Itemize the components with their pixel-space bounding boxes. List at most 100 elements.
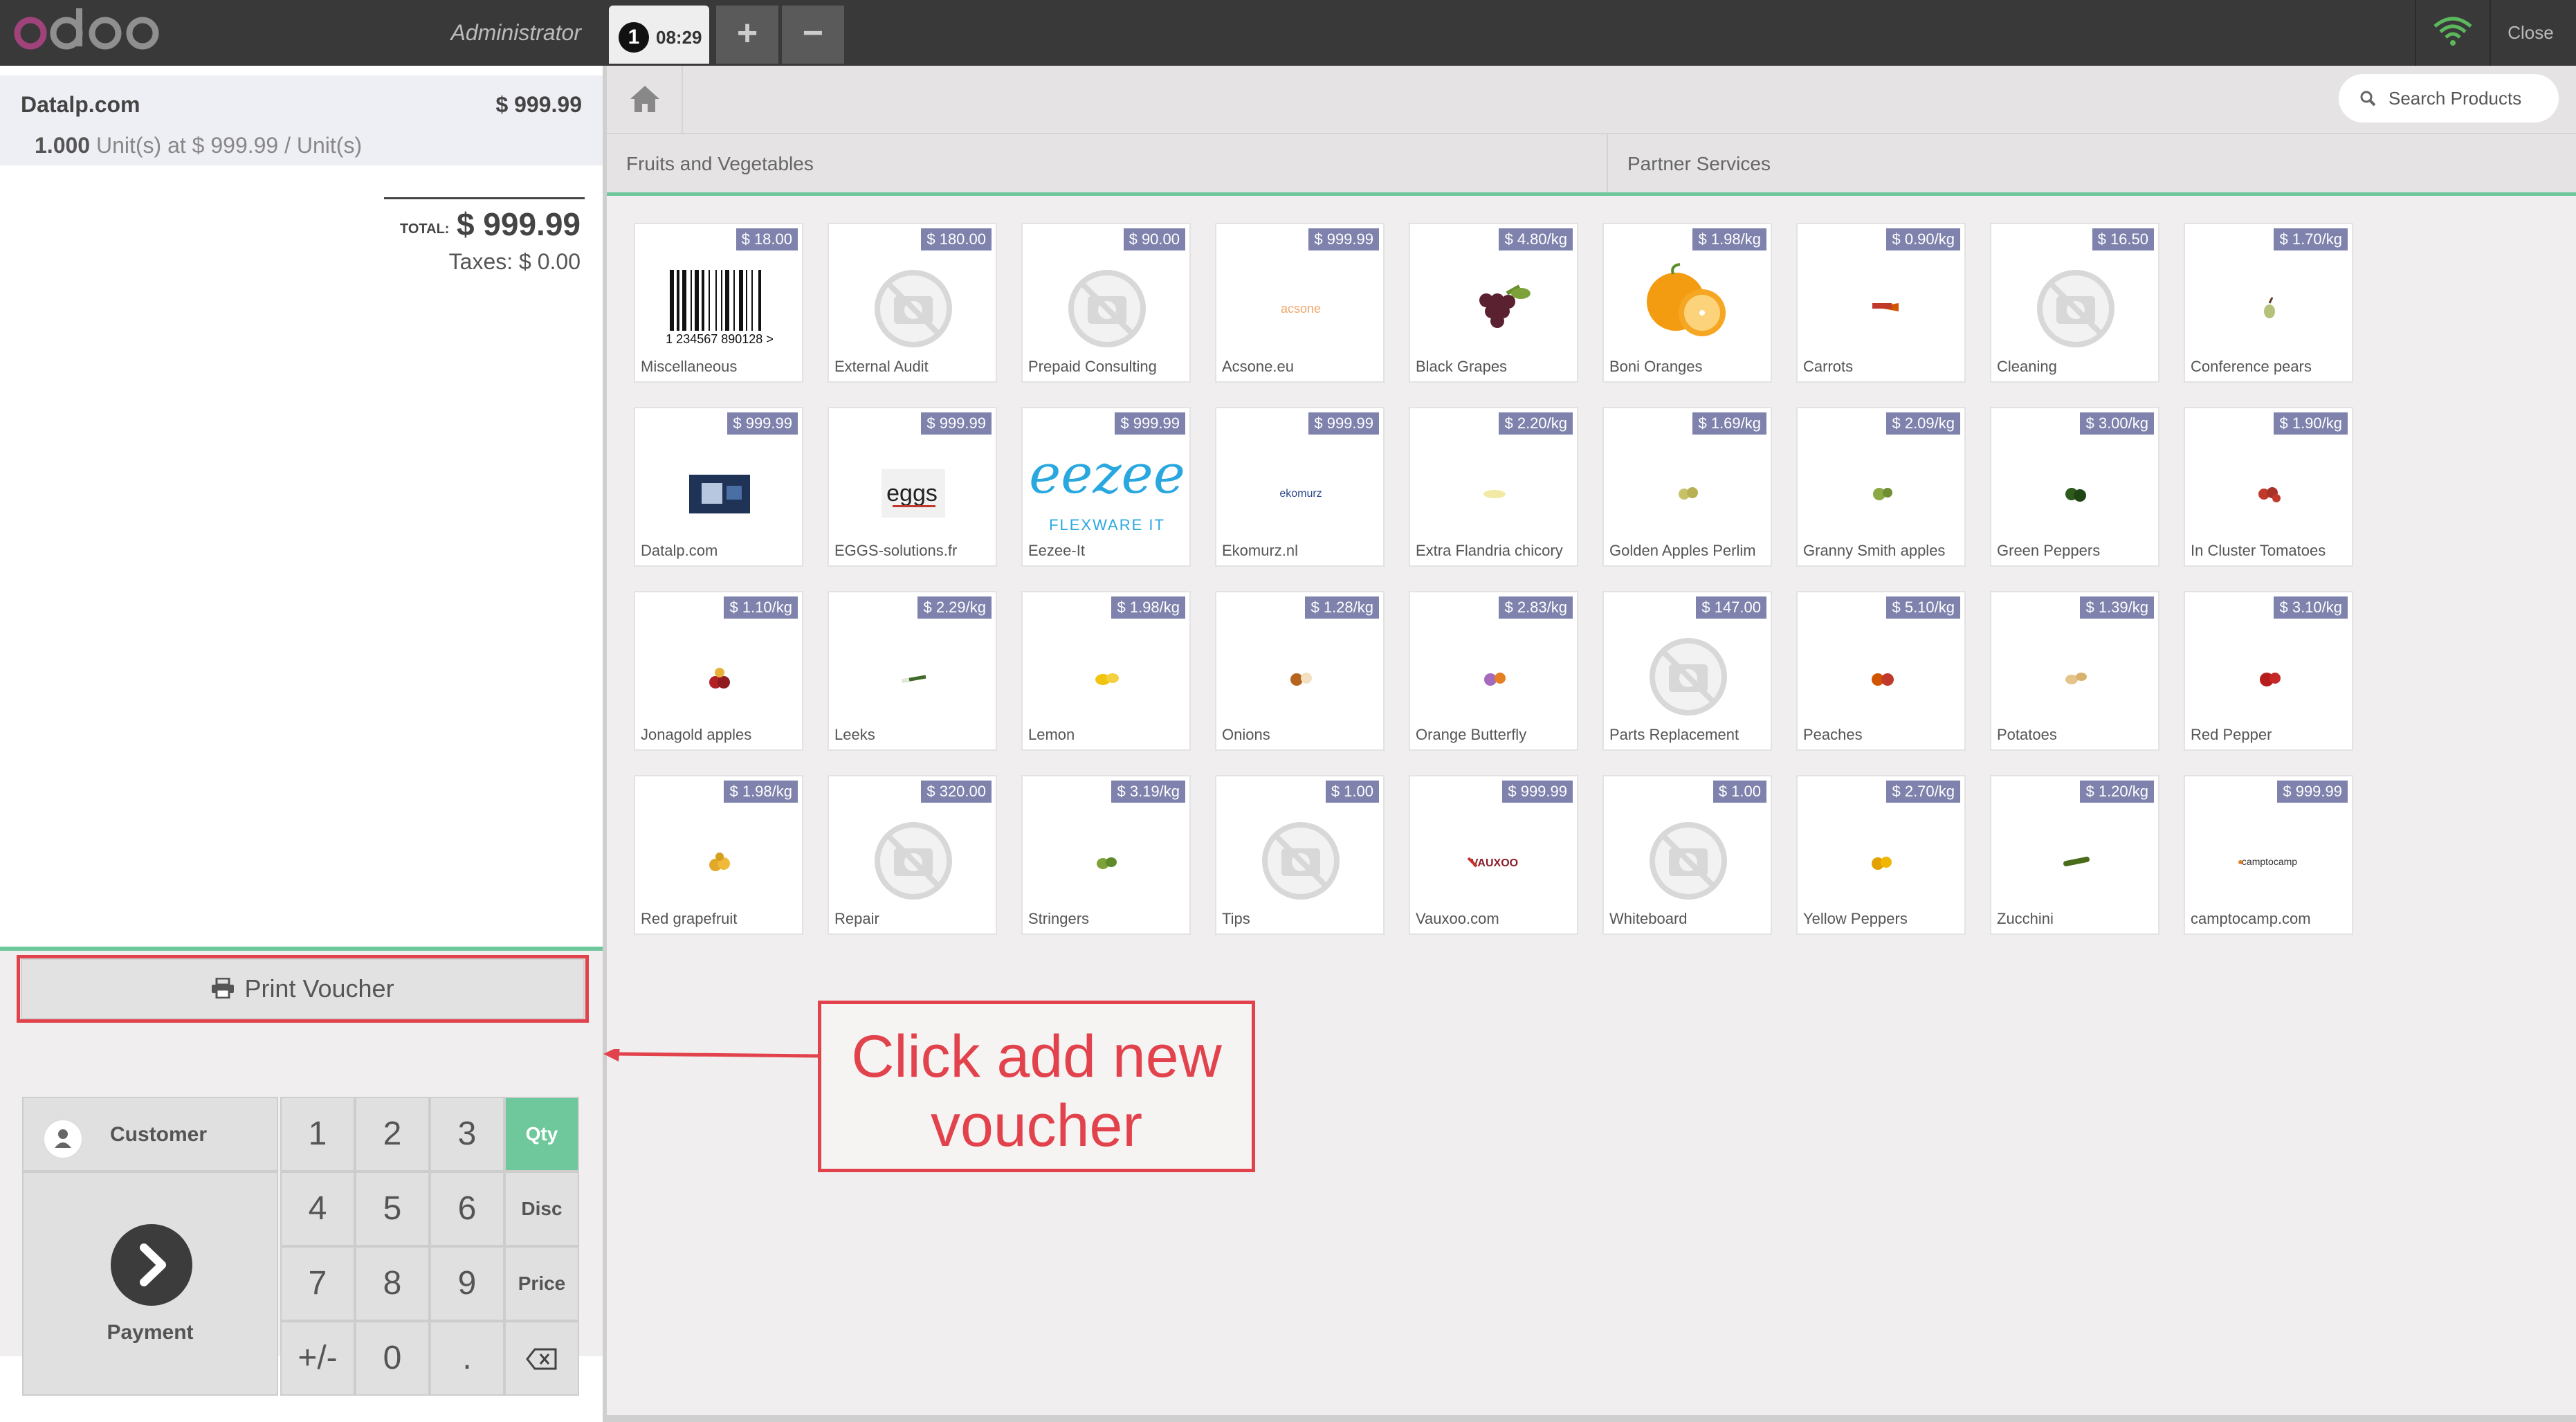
product-name: Whiteboard	[1609, 910, 1688, 927]
numpad-key-9[interactable]: 9	[430, 1246, 504, 1321]
product-image: eezee FLEXWARE IT	[1023, 429, 1189, 534]
product-image	[1991, 613, 2158, 717]
product-tile[interactable]: $ 1.98/kg Boni Oranges	[1602, 223, 1772, 383]
product-tile[interactable]: acsone $ 999.99 Acsone.eu	[1215, 223, 1385, 383]
product-tile[interactable]: $ 2.20/kg Extra Flandria chicory	[1409, 407, 1578, 567]
product-tile[interactable]: $ 2.70/kg Yellow Peppers	[1796, 775, 1966, 935]
total-label: TOTAL:	[400, 221, 450, 237]
close-button[interactable]: Close	[2494, 15, 2567, 50]
product-tile[interactable]: $ 3.19/kg Stringers	[1021, 775, 1191, 935]
remove-order-button[interactable]: −	[782, 6, 844, 64]
bottom-edge	[607, 1415, 2576, 1422]
product-tile[interactable]: $ 3.00/kg Green Peppers	[1990, 407, 2159, 567]
product-tile[interactable]: $ 1.28/kg Onions	[1215, 591, 1385, 751]
product-price-tag: $ 1.00	[1712, 781, 1766, 803]
user-icon	[43, 1119, 83, 1159]
product-name: Golden Apples Perlim	[1609, 542, 1756, 559]
top-header: Administrator 1 08:29 + − Close	[0, 0, 2576, 66]
product-image: 1 234567 890128 >	[635, 245, 802, 349]
numpad-key-1[interactable]: 1	[280, 1097, 355, 1172]
product-tile[interactable]: camptocamp $ 999.99 camptocamp.com	[2184, 775, 2353, 935]
numpad-key-7[interactable]: 7	[280, 1246, 355, 1321]
product-tile[interactable]: $ 180.00 External Audit	[828, 223, 997, 383]
customer-button[interactable]: Customer	[22, 1097, 278, 1172]
product-tile[interactable]: $ 2.83/kg Orange Butterfly	[1409, 591, 1578, 751]
product-image	[1023, 613, 1189, 717]
numpad-key-2[interactable]: 2	[355, 1097, 430, 1172]
wifi-icon[interactable]	[2432, 15, 2474, 47]
product-tile[interactable]: $ 5.10/kg Peaches	[1796, 591, 1966, 751]
product-tile[interactable]: $ 147.00 Parts Replacement	[1602, 591, 1772, 751]
numpad-key-4[interactable]: 4	[280, 1172, 355, 1246]
product-price-tag: $ 320.00	[921, 781, 992, 803]
product-name: Onions	[1222, 726, 1270, 743]
product-image	[1991, 245, 2158, 349]
mode-disc-button[interactable]: Disc	[504, 1172, 579, 1246]
product-image	[635, 613, 802, 717]
product-tile[interactable]: $ 1.70/kg Conference pears	[2184, 223, 2353, 383]
order-line-selected[interactable]: Datalp.com $ 999.99 1.000 Unit(s) at $ 9…	[0, 75, 603, 165]
product-tile[interactable]: $ 999.99 Datalp.com	[634, 407, 803, 567]
cashier-name[interactable]: Administrator	[374, 15, 582, 50]
numpad-key-0[interactable]: 0	[355, 1321, 430, 1396]
numpad-key-5[interactable]: 5	[355, 1172, 430, 1246]
search-products-input[interactable]	[2388, 82, 2548, 114]
category-partner-services[interactable]: Partner Services	[1608, 134, 2576, 193]
product-image	[635, 797, 802, 901]
product-tile[interactable]: VAUXOO $ 999.99 Vauxoo.com	[1409, 775, 1578, 935]
product-price-tag: $ 0.90/kg	[1886, 228, 1960, 250]
product-tile[interactable]: 1 234567 890128 > $ 18.00 Miscellaneous	[634, 223, 803, 383]
product-price-tag: $ 2.29/kg	[917, 596, 992, 619]
product-tile[interactable]: ekomurz $ 999.99 Ekomurz.nl	[1215, 407, 1385, 567]
product-image: acsone	[1216, 245, 1383, 349]
product-tile[interactable]: $ 320.00 Repair	[828, 775, 997, 935]
product-name: Prepaid Consulting	[1028, 358, 1157, 375]
payment-button[interactable]: Payment	[22, 1172, 278, 1396]
product-name: Acsone.eu	[1222, 358, 1294, 375]
product-tile[interactable]: $ 3.10/kg Red Pepper	[2184, 591, 2353, 751]
product-tile[interactable]: $ 1.20/kg Zucchini	[1990, 775, 2159, 935]
product-tile[interactable]: $ 4.80/kg Black Grapes	[1409, 223, 1578, 383]
search-box[interactable]	[2339, 74, 2559, 122]
numpad-key-8[interactable]: 8	[355, 1246, 430, 1321]
product-tile[interactable]: $ 1.98/kg Lemon	[1021, 591, 1191, 751]
product-name: Black Grapes	[1416, 358, 1508, 375]
product-price-tag: $ 4.80/kg	[1499, 228, 1573, 250]
product-image	[1798, 245, 1964, 349]
product-tile[interactable]: $ 2.09/kg Granny Smith apples	[1796, 407, 1966, 567]
product-name: Vauxoo.com	[1416, 910, 1499, 927]
annotation-line-1: Click add new	[851, 1023, 1222, 1090]
backspace-button[interactable]	[504, 1321, 579, 1396]
product-tile[interactable]: $ 1.98/kg Red grapefruit	[634, 775, 803, 935]
product-tile[interactable]: $ 1.10/kg Jonagold apples	[634, 591, 803, 751]
product-tile[interactable]: eezee FLEXWARE IT $ 999.99 Eezee-It	[1021, 407, 1191, 567]
product-tile[interactable]: $ 0.90/kg Carrots	[1796, 223, 1966, 383]
product-tile[interactable]: $ 2.29/kg Leeks	[828, 591, 997, 751]
category-divider	[607, 192, 2576, 196]
numpad-key-3[interactable]: 3	[430, 1097, 504, 1172]
product-tile[interactable]: $ 1.90/kg In Cluster Tomatoes	[2184, 407, 2353, 567]
mode-qty-button[interactable]: Qty	[504, 1097, 579, 1172]
product-price-tag: $ 3.19/kg	[1111, 781, 1185, 803]
product-price-tag: $ 2.09/kg	[1886, 412, 1960, 435]
header-divider	[2490, 0, 2491, 66]
order-line-qty: 1.000	[35, 133, 91, 158]
product-image	[1216, 613, 1383, 717]
product-tile[interactable]: eggs $ 999.99 EGGS-solutions.fr	[828, 407, 997, 567]
product-tile[interactable]: $ 1.39/kg Potatoes	[1990, 591, 2159, 751]
numpad-key-sign[interactable]: +/-	[280, 1321, 355, 1396]
order-tab[interactable]: 1 08:29	[609, 6, 709, 64]
category-fruits-and-vegetables[interactable]: Fruits and Vegetables	[607, 134, 1608, 193]
product-tile[interactable]: $ 1.00 Whiteboard	[1602, 775, 1772, 935]
product-name: Datalp.com	[641, 542, 718, 559]
numpad-key-decimal[interactable]: .	[430, 1321, 504, 1396]
product-tile[interactable]: $ 90.00 Prepaid Consulting	[1021, 223, 1191, 383]
home-category-button[interactable]	[607, 66, 683, 133]
product-tile[interactable]: $ 1.69/kg Golden Apples Perlim	[1602, 407, 1772, 567]
product-tile[interactable]: $ 1.00 Tips	[1215, 775, 1385, 935]
product-image	[1991, 797, 2158, 901]
mode-price-button[interactable]: Price	[504, 1246, 579, 1321]
product-tile[interactable]: $ 16.50 Cleaning	[1990, 223, 2159, 383]
add-order-button[interactable]: +	[716, 6, 778, 64]
numpad-key-6[interactable]: 6	[430, 1172, 504, 1246]
